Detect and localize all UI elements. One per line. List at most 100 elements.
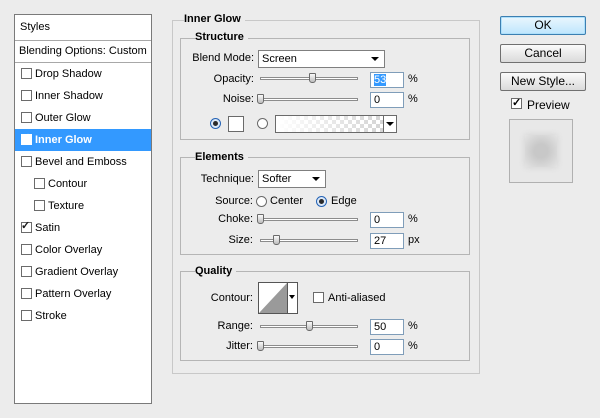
style-item-label: Drop Shadow [35,68,102,80]
range-label: Range: [217,320,253,332]
technique-label: Technique: [200,173,254,185]
style-checkbox[interactable]: ✓ [21,266,32,277]
style-item-label: Texture [48,200,85,212]
size-value: 27 [374,235,387,247]
style-checkbox[interactable]: ✓ [21,244,32,255]
style-checkbox[interactable]: ✓ [21,156,32,167]
opacity-input[interactable]: 53 [370,72,404,88]
noise-unit: % [408,93,418,105]
style-item-label: Color Overlay [35,244,103,256]
style-item-satin[interactable]: ✓ Satin [15,217,151,239]
choke-slider[interactable] [260,218,358,221]
solid-color-radio[interactable] [210,118,221,129]
gradient-dropdown-button[interactable] [383,116,396,132]
opacity-label: Opacity: [213,73,254,85]
style-checkbox[interactable]: ✓ [34,200,45,211]
source-center-radio[interactable] [256,196,267,207]
style-item-label: Pattern Overlay [35,288,112,300]
range-unit: % [408,320,418,332]
contour-picker[interactable] [258,282,298,314]
styles-list: Styles Blending Options: Custom ✓Drop Sh… [14,14,152,404]
noise-slider[interactable] [260,98,358,101]
choke-slider-thumb[interactable] [257,214,264,224]
new-style-button[interactable]: New Style... [500,72,586,91]
ok-button[interactable]: OK [500,16,586,35]
glow-color-swatch[interactable] [228,116,244,132]
style-checkbox[interactable]: ✓ [21,112,32,123]
contour-dropdown-button[interactable] [287,283,297,313]
opacity-unit: % [408,73,418,85]
preview-checkbox[interactable]: ✓ [511,97,522,109]
size-slider-thumb[interactable] [273,235,280,245]
opacity-slider-thumb[interactable] [309,73,316,83]
style-checkbox[interactable]: ✓ [21,132,32,145]
opacity-value: 53 [374,74,387,86]
styles-header[interactable]: Styles [15,15,151,41]
noise-slider-thumb[interactable] [257,94,264,104]
style-checkbox[interactable]: ✓ [21,68,32,79]
inner-glow-title: Inner Glow [184,13,245,25]
style-preview-thumbnail [509,119,573,183]
style-item-inner-glow[interactable]: ✓ Inner Glow [15,129,151,151]
technique-value: Softer [262,173,292,185]
style-item-label: Outer Glow [35,112,91,124]
style-item-gradient-overlay[interactable]: ✓Gradient Overlay [15,261,151,283]
size-input[interactable]: 27 [370,233,404,249]
anti-aliased-checkbox[interactable] [313,292,324,303]
blend-mode-label: Blend Mode: [192,52,254,64]
chevron-down-icon [371,57,379,61]
quality-title: Quality [195,265,237,277]
check-icon: ✓ [21,220,31,232]
range-slider-thumb[interactable] [306,321,313,331]
noise-input[interactable]: 0 [370,92,404,108]
noise-label: Noise: [222,93,254,105]
style-item-drop-shadow[interactable]: ✓Drop Shadow [15,63,151,85]
cancel-button[interactable]: Cancel [500,44,586,63]
structure-title: Structure [195,31,248,43]
blending-options-item[interactable]: Blending Options: Custom [15,41,151,63]
elements-title: Elements [195,151,248,163]
jitter-input[interactable]: 0 [370,339,404,355]
source-label: Source: [215,195,253,207]
check-icon: ✓ [21,132,31,144]
blend-mode-dropdown[interactable]: Screen [258,50,385,68]
chevron-down-icon [312,177,320,181]
style-checkbox[interactable]: ✓ [21,90,32,101]
choke-unit: % [408,213,418,225]
jitter-label: Jitter: [226,340,253,352]
size-unit: px [408,234,420,246]
style-item-pattern-overlay[interactable]: ✓Pattern Overlay [15,283,151,305]
blend-mode-value: Screen [262,53,297,65]
style-item-contour[interactable]: ✓Contour [15,173,151,195]
jitter-slider[interactable] [260,345,358,348]
check-icon: ✓ [512,97,522,109]
style-checkbox[interactable]: ✓ [34,178,45,189]
style-checkbox[interactable]: ✓ [21,310,32,321]
style-item-label: Inner Glow [35,134,92,146]
style-item-label: Satin [35,222,61,234]
jitter-slider-thumb[interactable] [257,341,264,351]
anti-aliased-label: Anti-aliased [328,292,386,304]
style-item-color-overlay[interactable]: ✓Color Overlay [15,239,151,261]
contour-preview-icon [259,283,287,313]
style-checkbox[interactable]: ✓ [21,220,32,233]
style-item-bevel-and-emboss[interactable]: ✓Bevel and Emboss [15,151,151,173]
style-item-inner-shadow[interactable]: ✓Inner Shadow [15,85,151,107]
technique-dropdown[interactable]: Softer [258,170,326,188]
gradient-picker[interactable] [275,115,397,133]
contour-label: Contour: [210,292,253,304]
gradient-radio[interactable] [257,118,268,129]
style-item-label: Bevel and Emboss [35,156,127,168]
noise-value: 0 [374,94,381,106]
jitter-value: 0 [374,341,381,353]
style-item-outer-glow[interactable]: ✓Outer Glow [15,107,151,129]
style-checkbox[interactable]: ✓ [21,288,32,299]
style-item-texture[interactable]: ✓Texture [15,195,151,217]
preview-swatch [525,135,557,167]
choke-input[interactable]: 0 [370,212,404,228]
choke-label: Choke: [218,213,253,225]
style-item-label: Contour [48,178,88,190]
source-edge-radio[interactable] [316,196,327,207]
style-item-stroke[interactable]: ✓Stroke [15,305,151,327]
range-input[interactable]: 50 [370,319,404,335]
